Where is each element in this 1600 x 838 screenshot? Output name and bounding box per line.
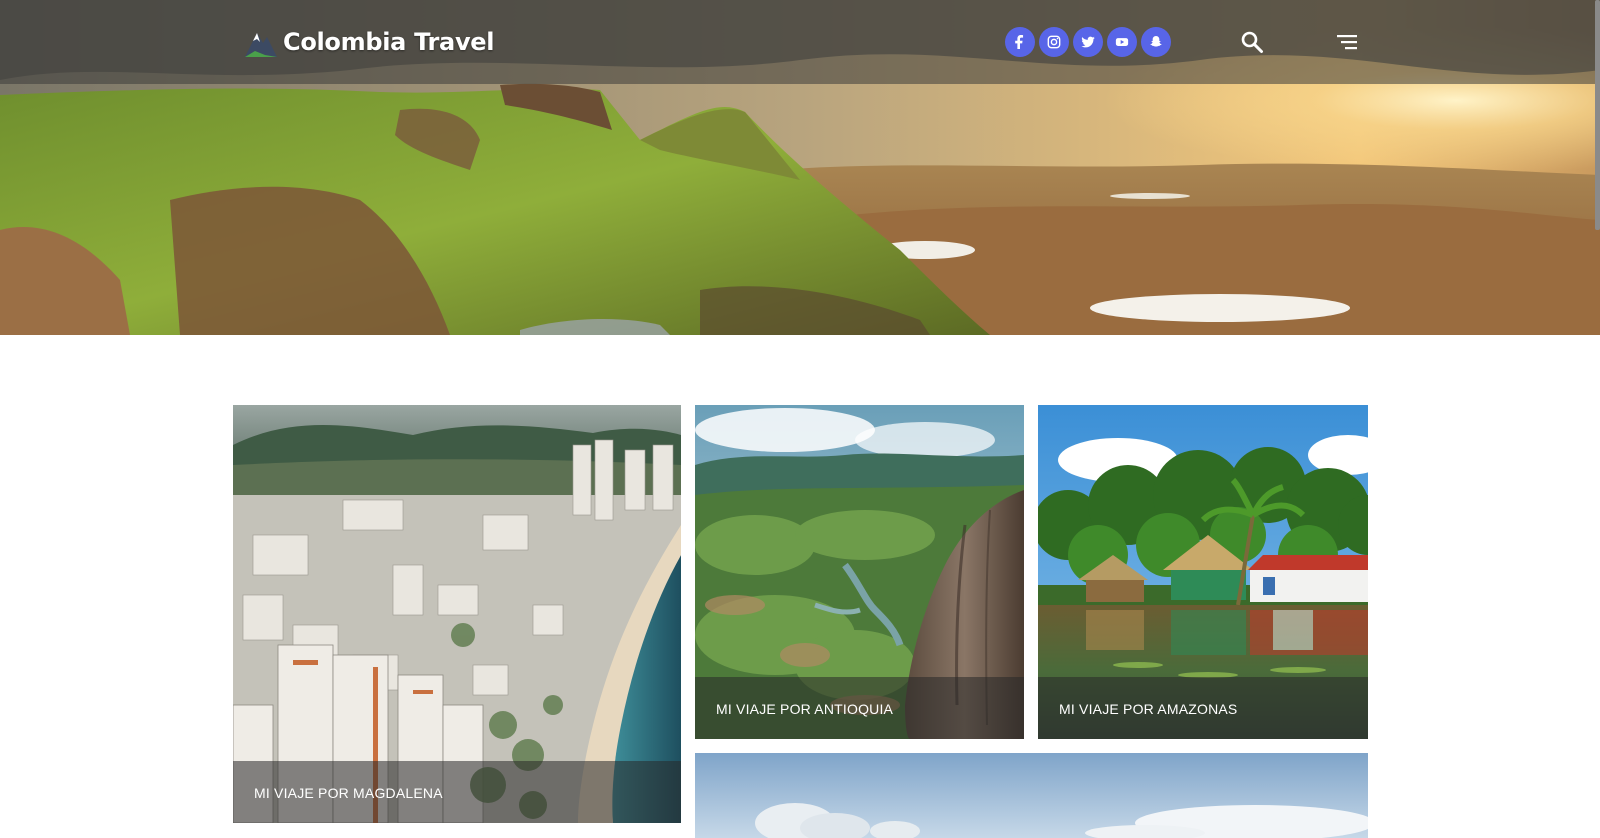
post-title-magdalena[interactable]: MI VIAJE POR MAGDALENA xyxy=(233,761,681,823)
instagram-button[interactable] xyxy=(1039,27,1069,57)
hero-banner: Colombia Travel xyxy=(0,0,1600,335)
social-links xyxy=(1005,27,1171,57)
search-icon[interactable] xyxy=(1240,30,1264,54)
post-card-antioquia[interactable]: MI VIAJE POR ANTIOQUIA xyxy=(695,405,1024,739)
snapchat-icon xyxy=(1150,36,1162,47)
mountain-icon xyxy=(245,33,277,57)
brand-name: Colombia Travel xyxy=(283,28,495,56)
twitter-icon xyxy=(1081,36,1095,48)
top-navbar xyxy=(0,0,1600,84)
facebook-icon xyxy=(1015,35,1024,49)
post-card-next[interactable] xyxy=(695,753,1368,838)
twitter-button[interactable] xyxy=(1073,27,1103,57)
sky-clouds-photo xyxy=(695,753,1368,838)
facebook-button[interactable] xyxy=(1005,27,1035,57)
youtube-button[interactable] xyxy=(1107,27,1137,57)
snapchat-button[interactable] xyxy=(1141,27,1171,57)
post-card-amazonas[interactable]: MI VIAJE POR AMAZONAS xyxy=(1038,405,1368,739)
site-logo[interactable]: Colombia Travel xyxy=(243,24,495,60)
post-card-magdalena[interactable]: MI VIAJE POR MAGDALENA xyxy=(233,405,681,823)
post-title-antioquia[interactable]: MI VIAJE POR ANTIOQUIA xyxy=(695,677,1024,739)
page-scrollbar[interactable] xyxy=(1595,0,1600,230)
instagram-icon xyxy=(1047,35,1061,49)
menu-icon[interactable] xyxy=(1337,32,1359,52)
youtube-icon xyxy=(1115,38,1129,46)
post-title-amazonas[interactable]: MI VIAJE POR AMAZONAS xyxy=(1038,677,1368,739)
